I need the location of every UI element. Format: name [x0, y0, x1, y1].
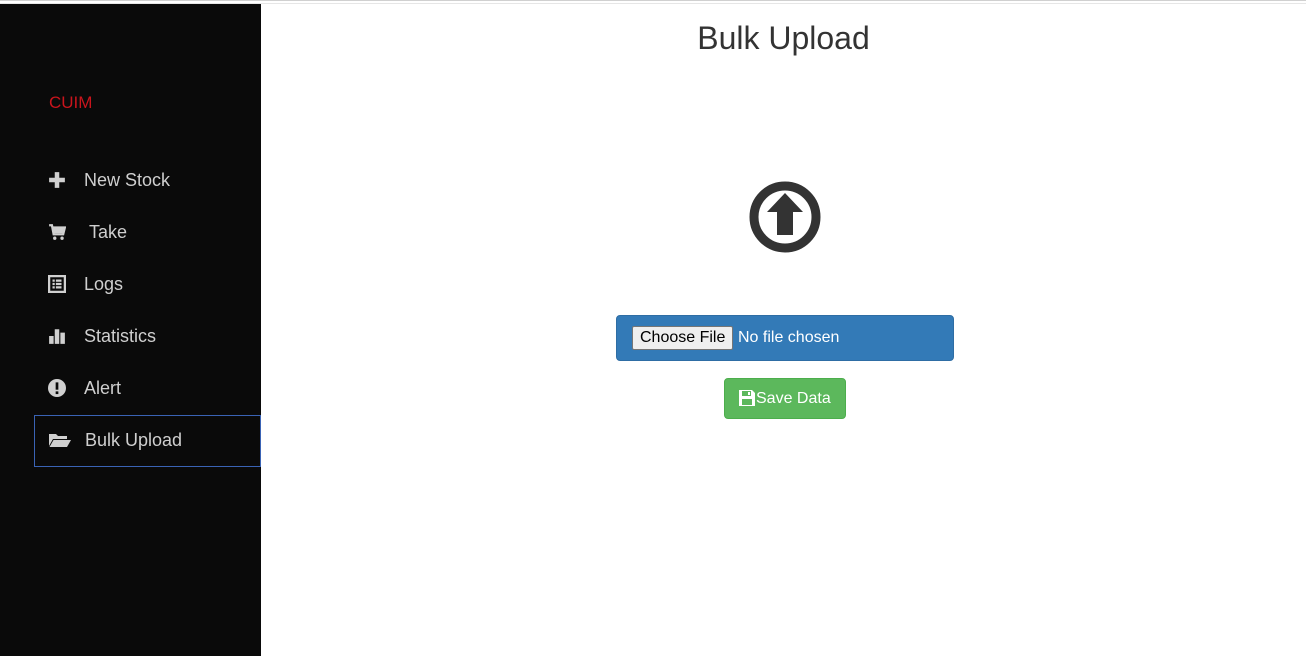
- sidebar-item-label: Statistics: [84, 326, 157, 346]
- sidebar-item-take[interactable]: Take: [34, 208, 261, 260]
- save-button-label: Save Data: [756, 390, 831, 407]
- sidebar-item-label: Logs: [84, 274, 124, 294]
- sidebar-item-label: New Stock: [84, 170, 171, 190]
- sidebar-item-label: Bulk Upload: [85, 430, 183, 450]
- plus-icon: [49, 172, 65, 188]
- list-icon: [48, 275, 66, 293]
- floppy-disk-icon: [739, 390, 755, 406]
- save-data-button[interactable]: Save Data: [724, 378, 846, 419]
- sidebar-item-label: Take: [89, 222, 128, 242]
- bar-chart-icon: [49, 329, 65, 344]
- sidebar-item-alert[interactable]: Alert: [34, 364, 261, 416]
- sidebar-item-new-stock[interactable]: New Stock: [34, 156, 261, 208]
- page-title: Bulk Upload: [697, 20, 870, 56]
- file-upload-field: Choose File No file chosen: [616, 315, 954, 361]
- brand-logo[interactable]: CUIM: [49, 93, 92, 113]
- sidebar-item-statistics[interactable]: Statistics: [34, 312, 261, 364]
- sidebar-item-bulk-upload[interactable]: Bulk Upload: [34, 415, 261, 467]
- sidebar: CUIM New Stock Take Logs Statistics Aler…: [0, 4, 261, 656]
- exclamation-circle-icon: [48, 379, 66, 397]
- upload-circle-icon: [749, 181, 821, 253]
- file-status-text: No file chosen: [738, 329, 840, 346]
- sidebar-item-label: Alert: [84, 378, 122, 398]
- folder-open-icon: [49, 434, 71, 447]
- cart-icon: [49, 224, 66, 240]
- choose-file-button[interactable]: Choose File: [632, 326, 734, 350]
- sidebar-item-logs[interactable]: Logs: [34, 260, 261, 312]
